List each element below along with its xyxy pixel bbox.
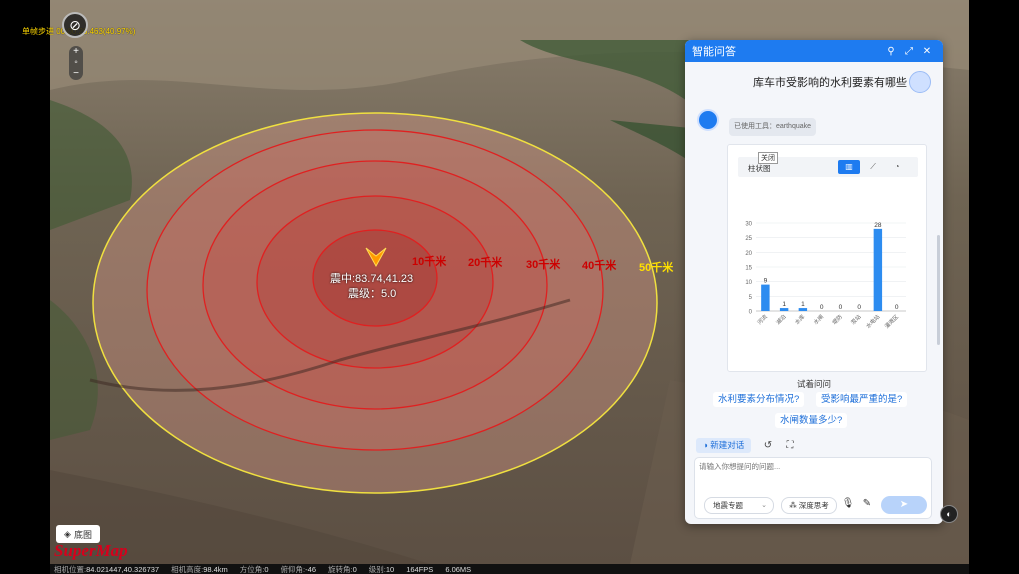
user-question: 库车市受影响的水利要素有哪些 [753,77,907,89]
chat-input-box: 地震专题 ⌄ ⁂ 深度思考 🎙 ✎ ➤ [694,457,932,519]
right-margin [969,0,1019,574]
headset-icon: ◑ [702,440,708,450]
data-label: 0 [839,304,843,311]
camera-height-key: 相机高度: [171,564,204,574]
data-label: 9 [764,278,768,285]
chart-card: 柱状图 ▥ ⟋ ◔ 0 5 10 15 20 25 30 9 河流 1 湖泊 1 水库 0 水闸 0 堤防 0 泵站… [727,144,927,372]
chart-type-label: 柱状图 [748,164,771,173]
basemap-label: 底图 [73,529,92,540]
y-tick-label: 10 [745,280,752,286]
mic-icon[interactable]: 🎙 [841,498,855,513]
send-button[interactable]: ➤ [881,496,927,514]
suggestion-most-affected[interactable]: 受影响最严重的是? [816,392,908,407]
x-tick-label: 河流 [755,312,769,326]
user-avatar [909,71,931,93]
y-tick-label: 0 [749,310,753,316]
assistant-widget-icon[interactable]: ◐ [940,505,958,523]
bot-avatar [697,109,719,131]
data-label: 0 [895,304,899,311]
x-tick-label: 湖泊 [774,313,787,326]
tool-used-tag: 已使用工具：earthquake [729,118,817,136]
y-tick-label: 5 [749,295,753,301]
ring-label-20km: 20千米 [468,257,503,269]
y-tick-label: 25 [745,236,752,242]
bar-chart: 0510152025309河流1湖泊1水库0水闸0堤防0泵站28水电站0灌溉区 [745,222,906,330]
ms-value: 6.06MS [445,564,472,574]
expand-icon[interactable]: ⤢ [900,46,918,57]
user-message: 库车市受影响的水利要素有哪些 [685,70,943,94]
camera-height-value: 98.4km [203,564,228,574]
app-stage: 10千米 20千米 30千米 40千米 50千米 震中:83.74,41.23 … [0,0,1019,574]
screenshot-icon[interactable]: ⛶ [782,438,798,453]
bar [761,284,770,311]
panel-scrollbar[interactable] [937,235,940,345]
x-tick-label: 水库 [793,312,807,326]
new-chat-button[interactable]: ◑ 新建对话 [696,438,751,453]
topic-select[interactable]: 地震专题 ⌄ [704,497,774,514]
x-tick-label: 水电站 [864,312,882,330]
panel-header: 智能问答 ⚲ ⤢ ✕ [685,40,943,62]
deep-think-button[interactable]: ⁂ 深度思考 [781,497,837,514]
topic-select-value: 地震专题 [713,501,743,510]
ring-label-30km: 30千米 [526,259,561,271]
epicenter-coords: 震中:83.74,41.23 [330,273,414,285]
layers-icon: ◈ [64,528,71,539]
ring-label-50km: 50千米 [639,262,674,274]
history-icon[interactable]: ↺ [760,438,776,453]
y-tick-label: 15 [745,266,752,272]
pin-icon[interactable]: ⚲ [882,46,900,57]
heading-key: 方位角: [239,564,265,574]
x-tick-label: 灌溉区 [883,312,901,330]
chat-input[interactable] [699,461,927,485]
new-chat-label: 新建对话 [710,440,745,450]
line-chart-icon[interactable]: ⟋ [862,160,884,174]
y-tick-label: 30 [745,222,752,228]
x-tick-label: 泵站 [849,312,863,326]
bar [779,308,789,311]
left-margin [0,0,50,574]
data-label: 0 [857,304,861,311]
deep-think-icon: ⁂ [789,501,797,510]
pitch-value: -46 [305,564,316,574]
suggestion-sluice-count[interactable]: 水闸数量多少? [775,413,848,428]
data-label: 28 [874,222,882,229]
y-tick-label: 20 [745,251,752,257]
bar [873,228,883,311]
compass-icon[interactable]: ⊘ [62,12,88,38]
level-key: 级别: [368,564,386,574]
suggest-title: 试着问问 [796,379,831,389]
roll-value: 0 [352,564,357,574]
pitch-key: 俯仰角: [280,564,306,574]
status-bar: 相机位置:84.021447,40.326737 相机高度:98.4km 方位角… [50,564,969,574]
ring-label-40km: 40千米 [582,260,617,272]
x-tick-label: 堤防 [830,312,844,326]
close-icon[interactable]: ✕ [918,46,936,57]
ring-label-10km: 10千米 [412,256,447,268]
level-value: 10 [385,564,395,574]
magnitude-label: 震级：5.0 [348,288,397,300]
edit-icon[interactable]: ✎ [860,498,874,513]
bar-chart-icon[interactable]: ▥ [838,160,860,174]
panel-title: 智能问答 [692,46,736,58]
camera-pos-value: 84.021447,40.326737 [86,564,160,574]
heading-value: 0 [264,564,269,574]
close-tooltip: 关闭 [758,152,778,164]
chevron-down-icon: ⌄ [761,502,767,509]
zoom-control[interactable]: + ◦ − [69,46,83,80]
deep-think-label: 深度思考 [798,501,829,510]
camera-pos-key: 相机位置: [54,564,87,574]
supermap-logo: SuperMap [54,541,128,560]
bar [798,308,808,311]
data-label: 1 [801,301,805,308]
data-label: 1 [782,301,786,308]
smart-qa-panel: 智能问答 ⚲ ⤢ ✕ 库车市受影响的水利要素有哪些 已使用工具：earthqua… [685,40,943,524]
pie-chart-icon[interactable]: ◔ [886,160,908,174]
data-label: 0 [820,304,824,311]
roll-key: 旋转角: [328,564,353,574]
x-tick-label: 水闸 [812,313,825,326]
fps-value: 164FPS [406,564,434,574]
suggestion-distribution[interactable]: 水利要素分布情况? [713,392,805,407]
